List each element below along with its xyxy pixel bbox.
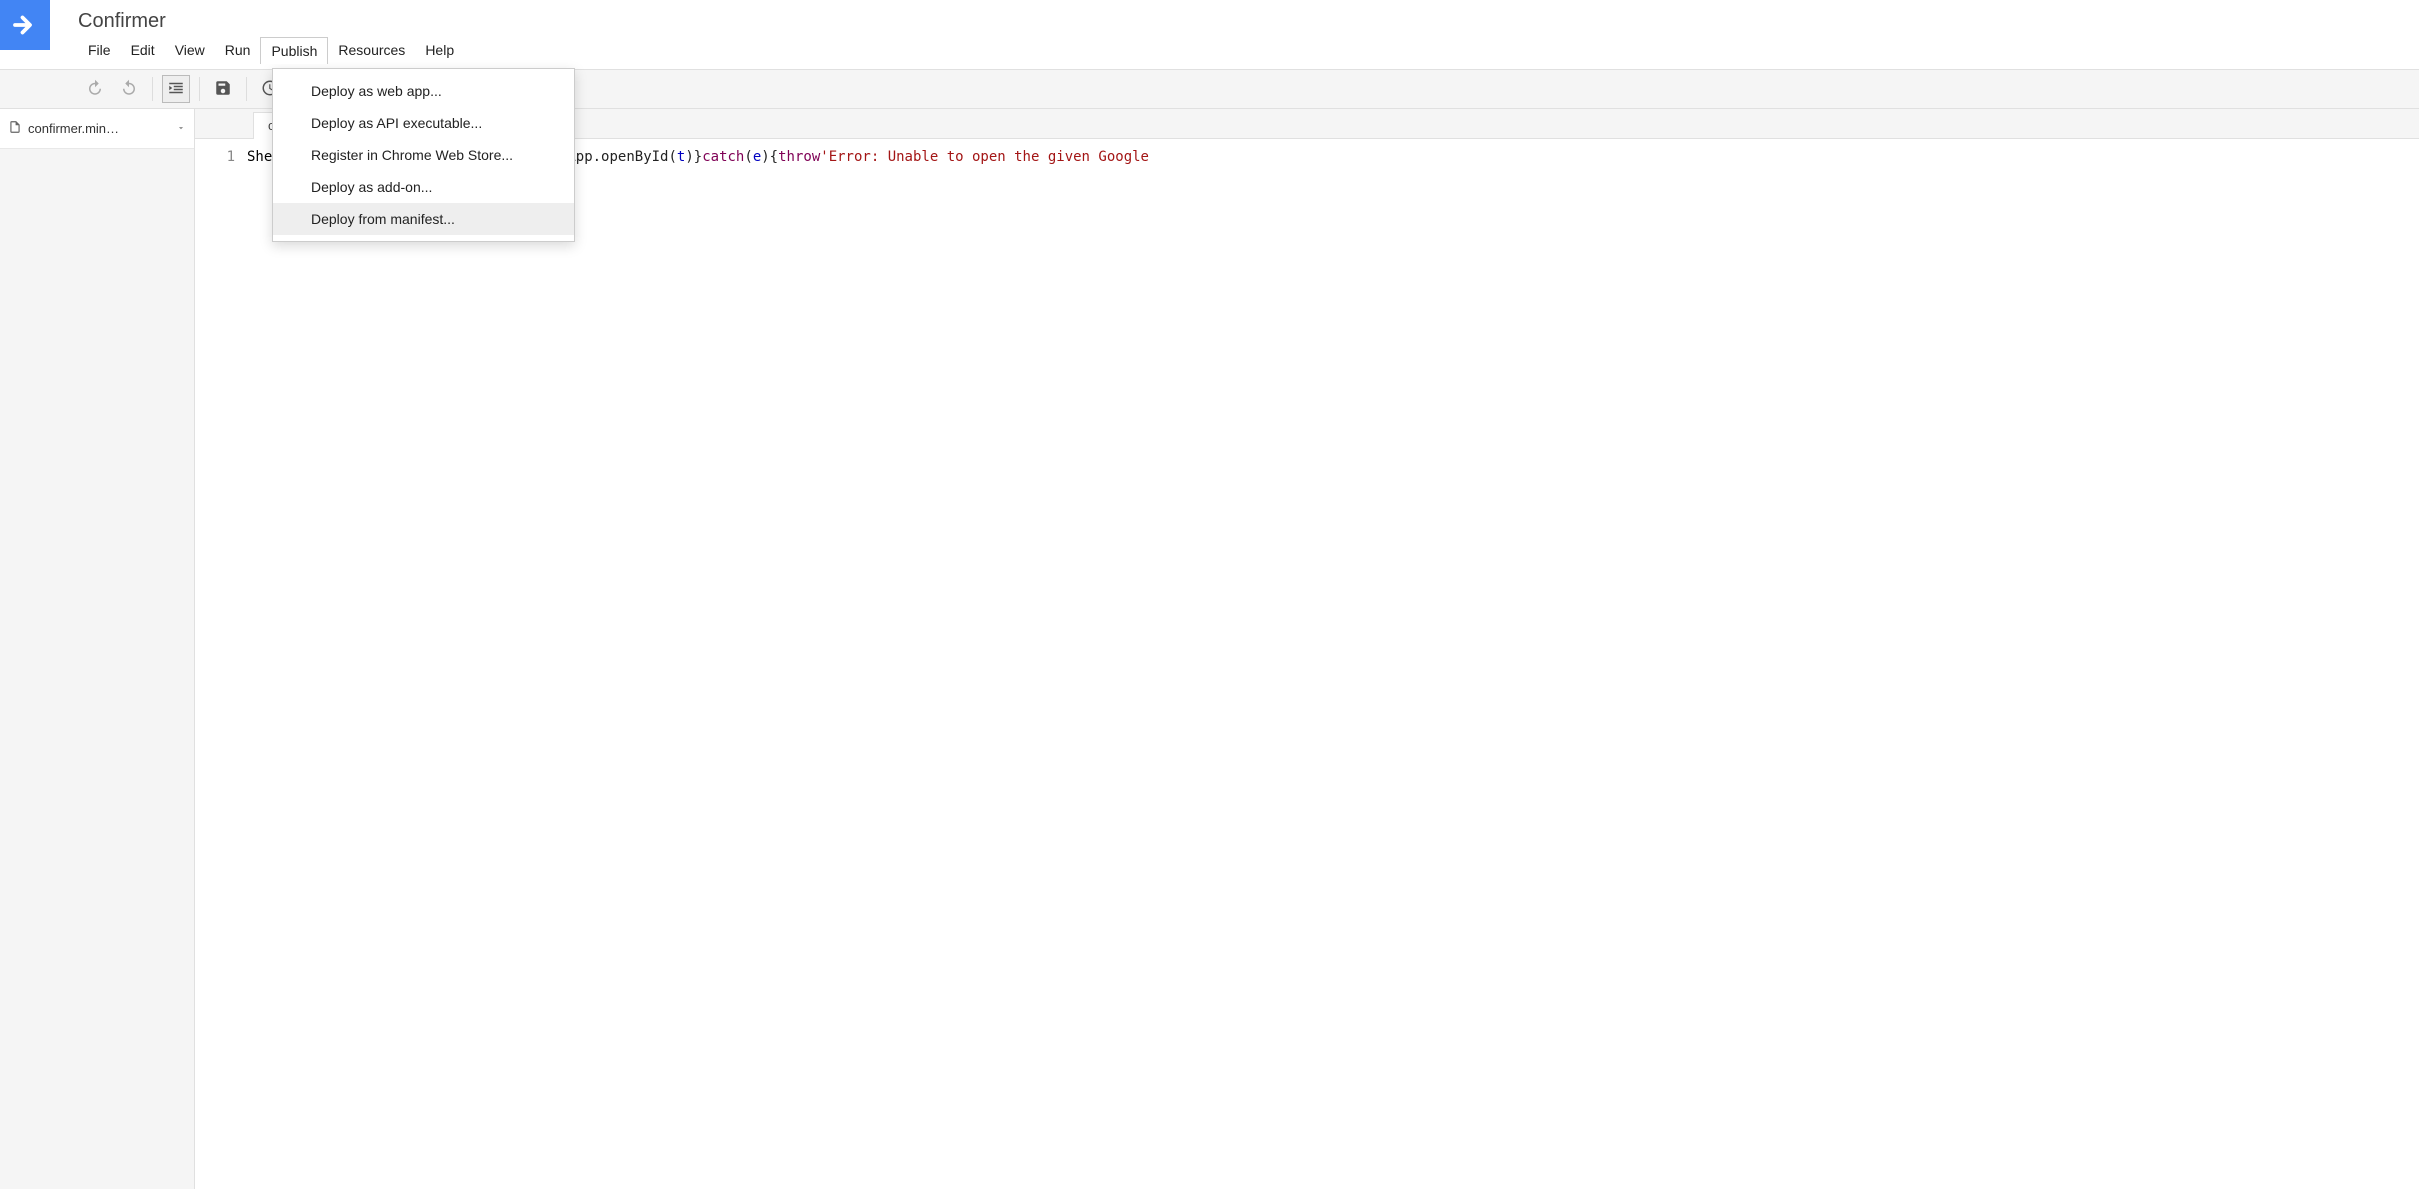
register-chrome-web-store-item[interactable]: Register in Chrome Web Store... bbox=[273, 139, 574, 171]
save-icon bbox=[214, 79, 232, 100]
toolbar-separator bbox=[199, 77, 200, 101]
menu-run[interactable]: Run bbox=[215, 37, 261, 64]
toolbar-separator bbox=[246, 77, 247, 101]
file-icon bbox=[8, 119, 22, 138]
file-item[interactable]: confirmer.min… bbox=[0, 109, 194, 149]
menu-file[interactable]: File bbox=[78, 37, 121, 64]
save-button[interactable] bbox=[209, 75, 237, 103]
code-token: )} bbox=[685, 149, 702, 165]
file-sidebar: confirmer.min… bbox=[0, 109, 195, 1189]
menu-edit[interactable]: Edit bbox=[121, 37, 165, 64]
menu-publish[interactable]: Publish bbox=[260, 37, 328, 64]
indent-button[interactable] bbox=[162, 75, 190, 103]
code-token: 'Error: Unable to open the given Google bbox=[820, 149, 1149, 165]
undo-icon bbox=[86, 79, 104, 100]
file-name: confirmer.min… bbox=[28, 121, 170, 136]
deploy-api-executable-item[interactable]: Deploy as API executable... bbox=[273, 107, 574, 139]
code-token: e bbox=[753, 149, 761, 165]
redo-button[interactable] bbox=[115, 75, 143, 103]
deploy-web-app-item[interactable]: Deploy as web app... bbox=[273, 75, 574, 107]
line-number-gutter: 1 bbox=[195, 146, 247, 168]
code-editor[interactable]: c 1 SheetParser(t){try{this.ss=Spreadshe… bbox=[195, 109, 2419, 1189]
toolbar-separator bbox=[152, 77, 153, 101]
deploy-add-on-item[interactable]: Deploy as add-on... bbox=[273, 171, 574, 203]
menu-help[interactable]: Help bbox=[415, 37, 464, 64]
deploy-from-manifest-item[interactable]: Deploy from manifest... bbox=[273, 203, 574, 235]
publish-dropdown: Deploy as web app... Deploy as API execu… bbox=[272, 68, 575, 242]
undo-button[interactable] bbox=[81, 75, 109, 103]
apps-script-logo bbox=[0, 0, 50, 50]
redo-icon bbox=[120, 79, 138, 100]
menubar: File Edit View Run Publish Resources Hel… bbox=[78, 37, 2419, 64]
code-token: catch bbox=[702, 149, 744, 165]
dropdown-icon[interactable] bbox=[176, 121, 186, 136]
indent-icon bbox=[167, 79, 185, 100]
code-token: throw bbox=[778, 149, 820, 165]
project-title[interactable]: Confirmer bbox=[78, 10, 2419, 33]
menu-view[interactable]: View bbox=[165, 37, 215, 64]
menu-resources[interactable]: Resources bbox=[328, 37, 415, 64]
